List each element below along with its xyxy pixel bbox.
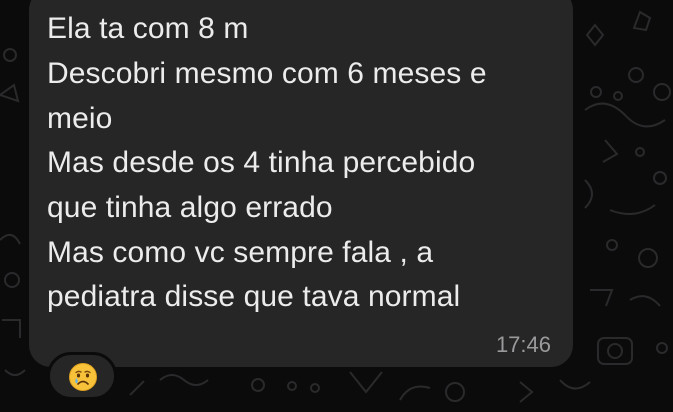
- message-line: Mas como vc sempre fala , a: [47, 236, 434, 269]
- message-line: Descobri mesmo com 6 meses e: [47, 57, 487, 90]
- message-line: que tinha algo errado: [47, 191, 333, 224]
- message-line: Ela ta com 8 m: [47, 12, 249, 45]
- message-line: meio: [47, 102, 113, 135]
- reaction-badge[interactable]: [47, 352, 117, 400]
- message-timestamp: 17:46: [495, 332, 551, 357]
- message-line: pediatra disse que tava normal: [47, 280, 461, 313]
- crying-face-icon: [69, 363, 97, 391]
- message-line: Mas desde os 4 tinha percebido: [47, 146, 476, 179]
- message-bubble[interactable]: Ela ta com 8 m Descobri mesmo com 6 mese…: [29, 0, 573, 367]
- chat-view: Ela ta com 8 m Descobri mesmo com 6 mese…: [0, 0, 673, 412]
